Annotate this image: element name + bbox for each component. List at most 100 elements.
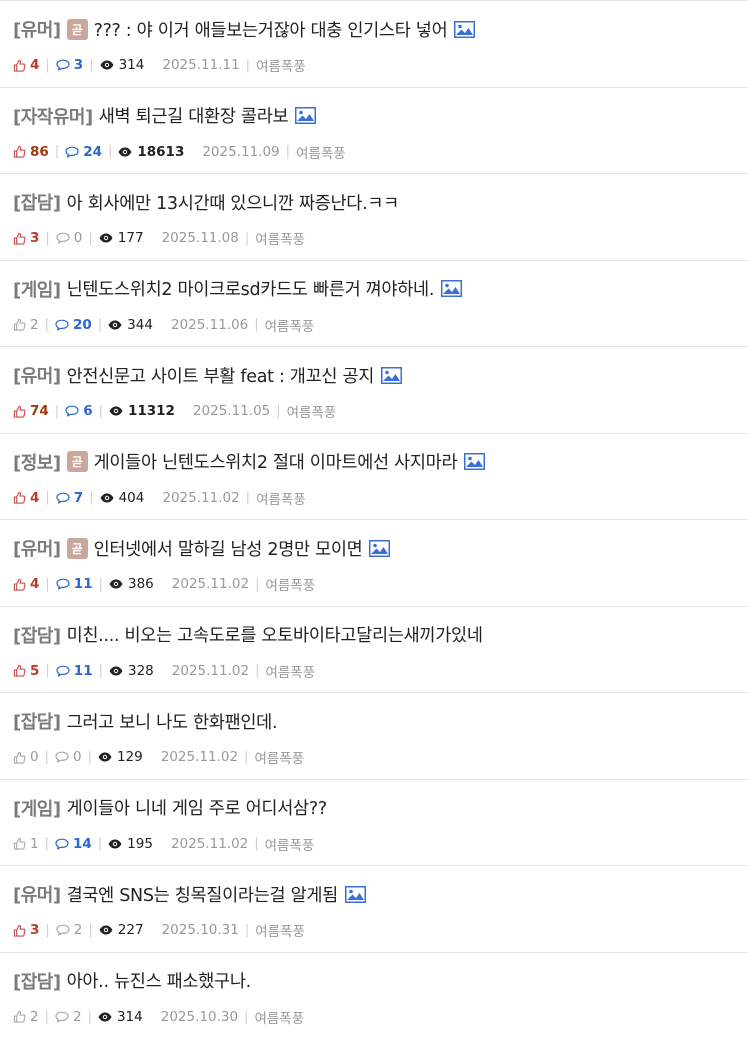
post-date: 2025.11.02 (162, 489, 240, 506)
comment-bubble-icon (55, 838, 69, 850)
view-count: 177 (99, 230, 144, 246)
post-meta: 0 | 0 | 129 2025.11.02 | 여름폭풍 (13, 747, 748, 767)
post-meta: 74 | 6 | 11312 2025.11.05 | 여름폭풍 (13, 401, 748, 421)
eye-icon (100, 493, 114, 502)
post-author[interactable]: 여름폭풍 (254, 747, 304, 767)
list-item[interactable]: [잡담] 그러고 보니 나도 한화팬인데. 0 | 0 | 129 2025.1… (0, 693, 748, 780)
post-title[interactable]: ??? : 야 이거 애들보는거잖아 대충 인기스타 넣어 (94, 17, 448, 42)
view-count: 18613 (118, 144, 184, 160)
post-title-line[interactable]: [유머] 결국엔 SNS는 칭목질이라는걸 알게됨 (13, 882, 748, 906)
post-title[interactable]: 게이들아 니네 게임 주로 어디서삼?? (67, 795, 328, 820)
post-title[interactable]: 게이들아 닌텐도스위치2 절대 이마트에선 사지마라 (94, 449, 458, 474)
post-title[interactable]: 새벽 퇴근길 대환장 콜라보 (99, 103, 289, 128)
post-category: [잡담] (13, 625, 61, 647)
comment-bubble-icon (55, 1011, 69, 1023)
post-title[interactable]: 안전신문고 사이트 부활 feat : 개꼬신 공지 (67, 363, 375, 388)
list-item[interactable]: [자작유머] 새벽 퇴근길 대환장 콜라보 86 | 24 | 18613 20… (0, 88, 748, 174)
post-author[interactable]: 여름폭풍 (265, 315, 315, 335)
post-author[interactable]: 여름폭풍 (255, 228, 305, 248)
post-meta: 86 | 24 | 18613 2025.11.09 | 여름폭풍 (13, 142, 748, 162)
thumbs-up-icon (13, 145, 26, 158)
post-meta: 2 | 2 | 314 2025.10.30 | 여름폭풍 (13, 1007, 748, 1027)
post-meta: 3 | 2 | 227 2025.10.31 | 여름폭풍 (13, 920, 748, 940)
list-item[interactable]: [유머] 곧 인터넷에서 말하길 남성 2명만 모이면 4 | 11 | 386… (0, 520, 748, 607)
post-title-line[interactable]: [자작유머] 새벽 퇴근길 대환장 콜라보 (13, 104, 748, 128)
post-meta: 1 | 14 | 195 2025.11.02 | 여름폭풍 (13, 834, 748, 854)
post-title-line[interactable]: [잡담] 그러고 보니 나도 한화팬인데. (13, 709, 748, 733)
list-item[interactable]: [유머] 안전신문고 사이트 부활 feat : 개꼬신 공지 74 | 6 |… (0, 347, 748, 434)
comment-count: 6 (65, 403, 93, 419)
thumbs-up-icon (13, 318, 26, 331)
post-author[interactable]: 여름폭풍 (256, 488, 306, 508)
meta-divider: | (44, 749, 49, 765)
post-meta: 3 | 0 | 177 2025.11.08 | 여름폭풍 (13, 228, 748, 248)
meta-divider: | (45, 663, 50, 678)
list-item[interactable]: [게임] 게이들아 니네 게임 주로 어디서삼?? 1 | 14 | 195 2… (0, 780, 748, 866)
thumbs-up-icon (13, 1010, 26, 1023)
post-category: [게임] (13, 279, 61, 301)
post-author[interactable]: 여름폭풍 (256, 55, 306, 75)
list-item[interactable]: [잡담] 아 회사에만 13시간때 있으니깐 짜증난다.ㅋㅋ 3 | 0 | 1… (0, 174, 748, 261)
meta-divider: | (89, 490, 94, 505)
post-title-line[interactable]: [게임] 닌텐도스위치2 마이크로sd카드도 빠른거 껴야하네. (13, 277, 748, 301)
list-item[interactable]: [유머] 결국엔 SNS는 칭목질이라는걸 알게됨 3 | 2 | 227 20… (0, 866, 748, 953)
post-title[interactable]: 아 회사에만 13시간때 있으니깐 짜증난다.ㅋㅋ (67, 190, 400, 215)
post-date: 2025.11.11 (162, 57, 240, 73)
comment-count: 24 (65, 144, 102, 160)
post-title-line[interactable]: [잡담] 아아.. 뉴진스 패소했구나. (13, 969, 748, 993)
post-title-line[interactable]: [잡담] 미친.... 비오는 고속도로를 오토바이타고달리는새끼가있네 (13, 623, 748, 647)
view-count: 227 (99, 922, 144, 938)
post-title-line[interactable]: [유머] 곧 ??? : 야 이거 애들보는거잖아 대충 인기스타 넣어 (13, 17, 748, 41)
list-item[interactable]: [잡담] 아아.. 뉴진스 패소했구나. 2 | 2 | 314 2025.10… (0, 953, 748, 1037)
post-title-line[interactable]: [게임] 게이들아 니네 게임 주로 어디서삼?? (13, 796, 748, 820)
post-title-line[interactable]: [유머] 곧 인터넷에서 말하길 남성 2명만 모이면 (13, 536, 748, 560)
view-count: 129 (98, 749, 143, 765)
meta-divider: | (98, 403, 103, 419)
post-author[interactable]: 여름폭풍 (254, 1007, 304, 1027)
comment-count: 11 (56, 576, 93, 592)
list-item[interactable]: [게임] 닌텐도스위치2 마이크로sd카드도 빠른거 껴야하네. 2 | 20 (0, 261, 748, 347)
post-author[interactable]: 여름폭풍 (265, 574, 315, 594)
post-date: 2025.11.02 (171, 662, 250, 679)
list-item[interactable]: [유머] 곧 ??? : 야 이거 애들보는거잖아 대충 인기스타 넣어 4 |… (0, 1, 748, 88)
post-meta: 5 | 11 | 328 2025.11.02 | 여름폭풍 (13, 661, 748, 681)
post-author[interactable]: 여름폭풍 (255, 920, 305, 940)
post-author[interactable]: 여름폭풍 (265, 834, 315, 854)
comment-bubble-icon (56, 924, 70, 936)
post-title[interactable]: 미친.... 비오는 고속도로를 오토바이타고달리는새끼가있네 (67, 622, 483, 647)
image-attachment-icon (441, 280, 463, 297)
post-title-line[interactable]: [잡담] 아 회사에만 13시간때 있으니깐 짜증난다.ㅋㅋ (13, 190, 748, 214)
meta-divider: | (54, 403, 60, 419)
post-title[interactable]: 그러고 보니 나도 한화팬인데. (67, 709, 278, 734)
meta-divider: | (255, 663, 260, 678)
post-meta: 4 | 7 | 404 2025.11.02 | 여름폭풍 (13, 488, 748, 508)
thumbs-up-icon (13, 751, 26, 764)
post-meta: 4 | 11 | 386 2025.11.02 | 여름폭풍 (13, 574, 748, 594)
post-title-line[interactable]: [정보] 곧 게이들아 닌텐도스위치2 절대 이마트에선 사지마라 (13, 450, 748, 474)
comment-count: 11 (56, 663, 93, 679)
post-author[interactable]: 여름폭풍 (296, 142, 346, 162)
meta-divider: | (97, 317, 103, 332)
post-title[interactable]: 아아.. 뉴진스 패소했구나. (67, 968, 252, 993)
meta-divider: | (45, 57, 50, 73)
thumbs-up-icon (13, 924, 26, 937)
list-item[interactable]: [정보] 곧 게이들아 닌텐도스위치2 절대 이마트에선 사지마라 4 | 7 (0, 434, 748, 520)
post-title[interactable]: 결국엔 SNS는 칭목질이라는걸 알게됨 (67, 882, 339, 907)
post-author[interactable]: 여름폭풍 (287, 401, 337, 421)
like-count: 4 (13, 576, 39, 592)
list-item[interactable]: [잡담] 미친.... 비오는 고속도로를 오토바이타고달리는새끼가있네 5 |… (0, 607, 748, 693)
post-badge: 곧 (66, 451, 88, 472)
post-date: 2025.11.02 (160, 749, 239, 765)
meta-divider: | (276, 403, 281, 419)
post-title[interactable]: 인터넷에서 말하길 남성 2명만 모이면 (94, 536, 363, 561)
post-category: [자작유머] (13, 106, 93, 128)
post-meta: 4 | 3 | 314 2025.11.11 | 여름폭풍 (13, 55, 748, 75)
post-title-line[interactable]: [유머] 안전신문고 사이트 부활 feat : 개꼬신 공지 (13, 363, 748, 387)
image-attachment-icon (454, 20, 476, 38)
view-count: 11312 (109, 403, 175, 419)
post-author[interactable]: 여름폭풍 (265, 661, 315, 681)
post-title[interactable]: 닌텐도스위치2 마이크로sd카드도 빠른거 껴야하네. (67, 276, 435, 301)
meta-divider: | (45, 576, 50, 592)
view-count: 328 (109, 663, 154, 679)
eye-icon (99, 925, 113, 935)
